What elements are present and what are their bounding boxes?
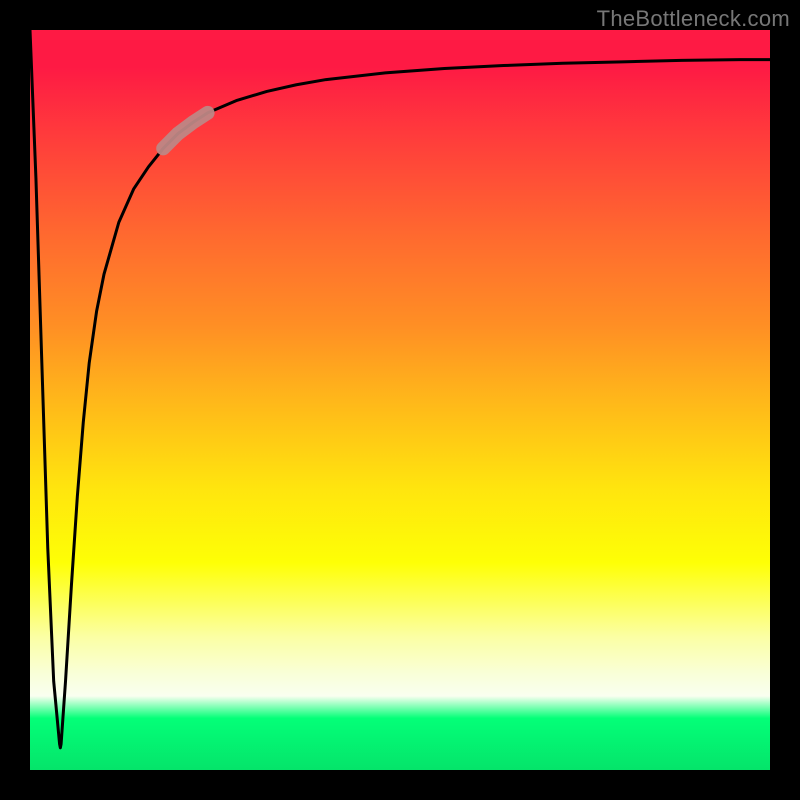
highlight-segment [163,113,207,149]
watermark-text: TheBottleneck.com [597,6,790,32]
bottleneck-curve [30,30,770,748]
plot-area [30,30,770,770]
chart-frame: TheBottleneck.com [0,0,800,800]
chart-svg [30,30,770,770]
